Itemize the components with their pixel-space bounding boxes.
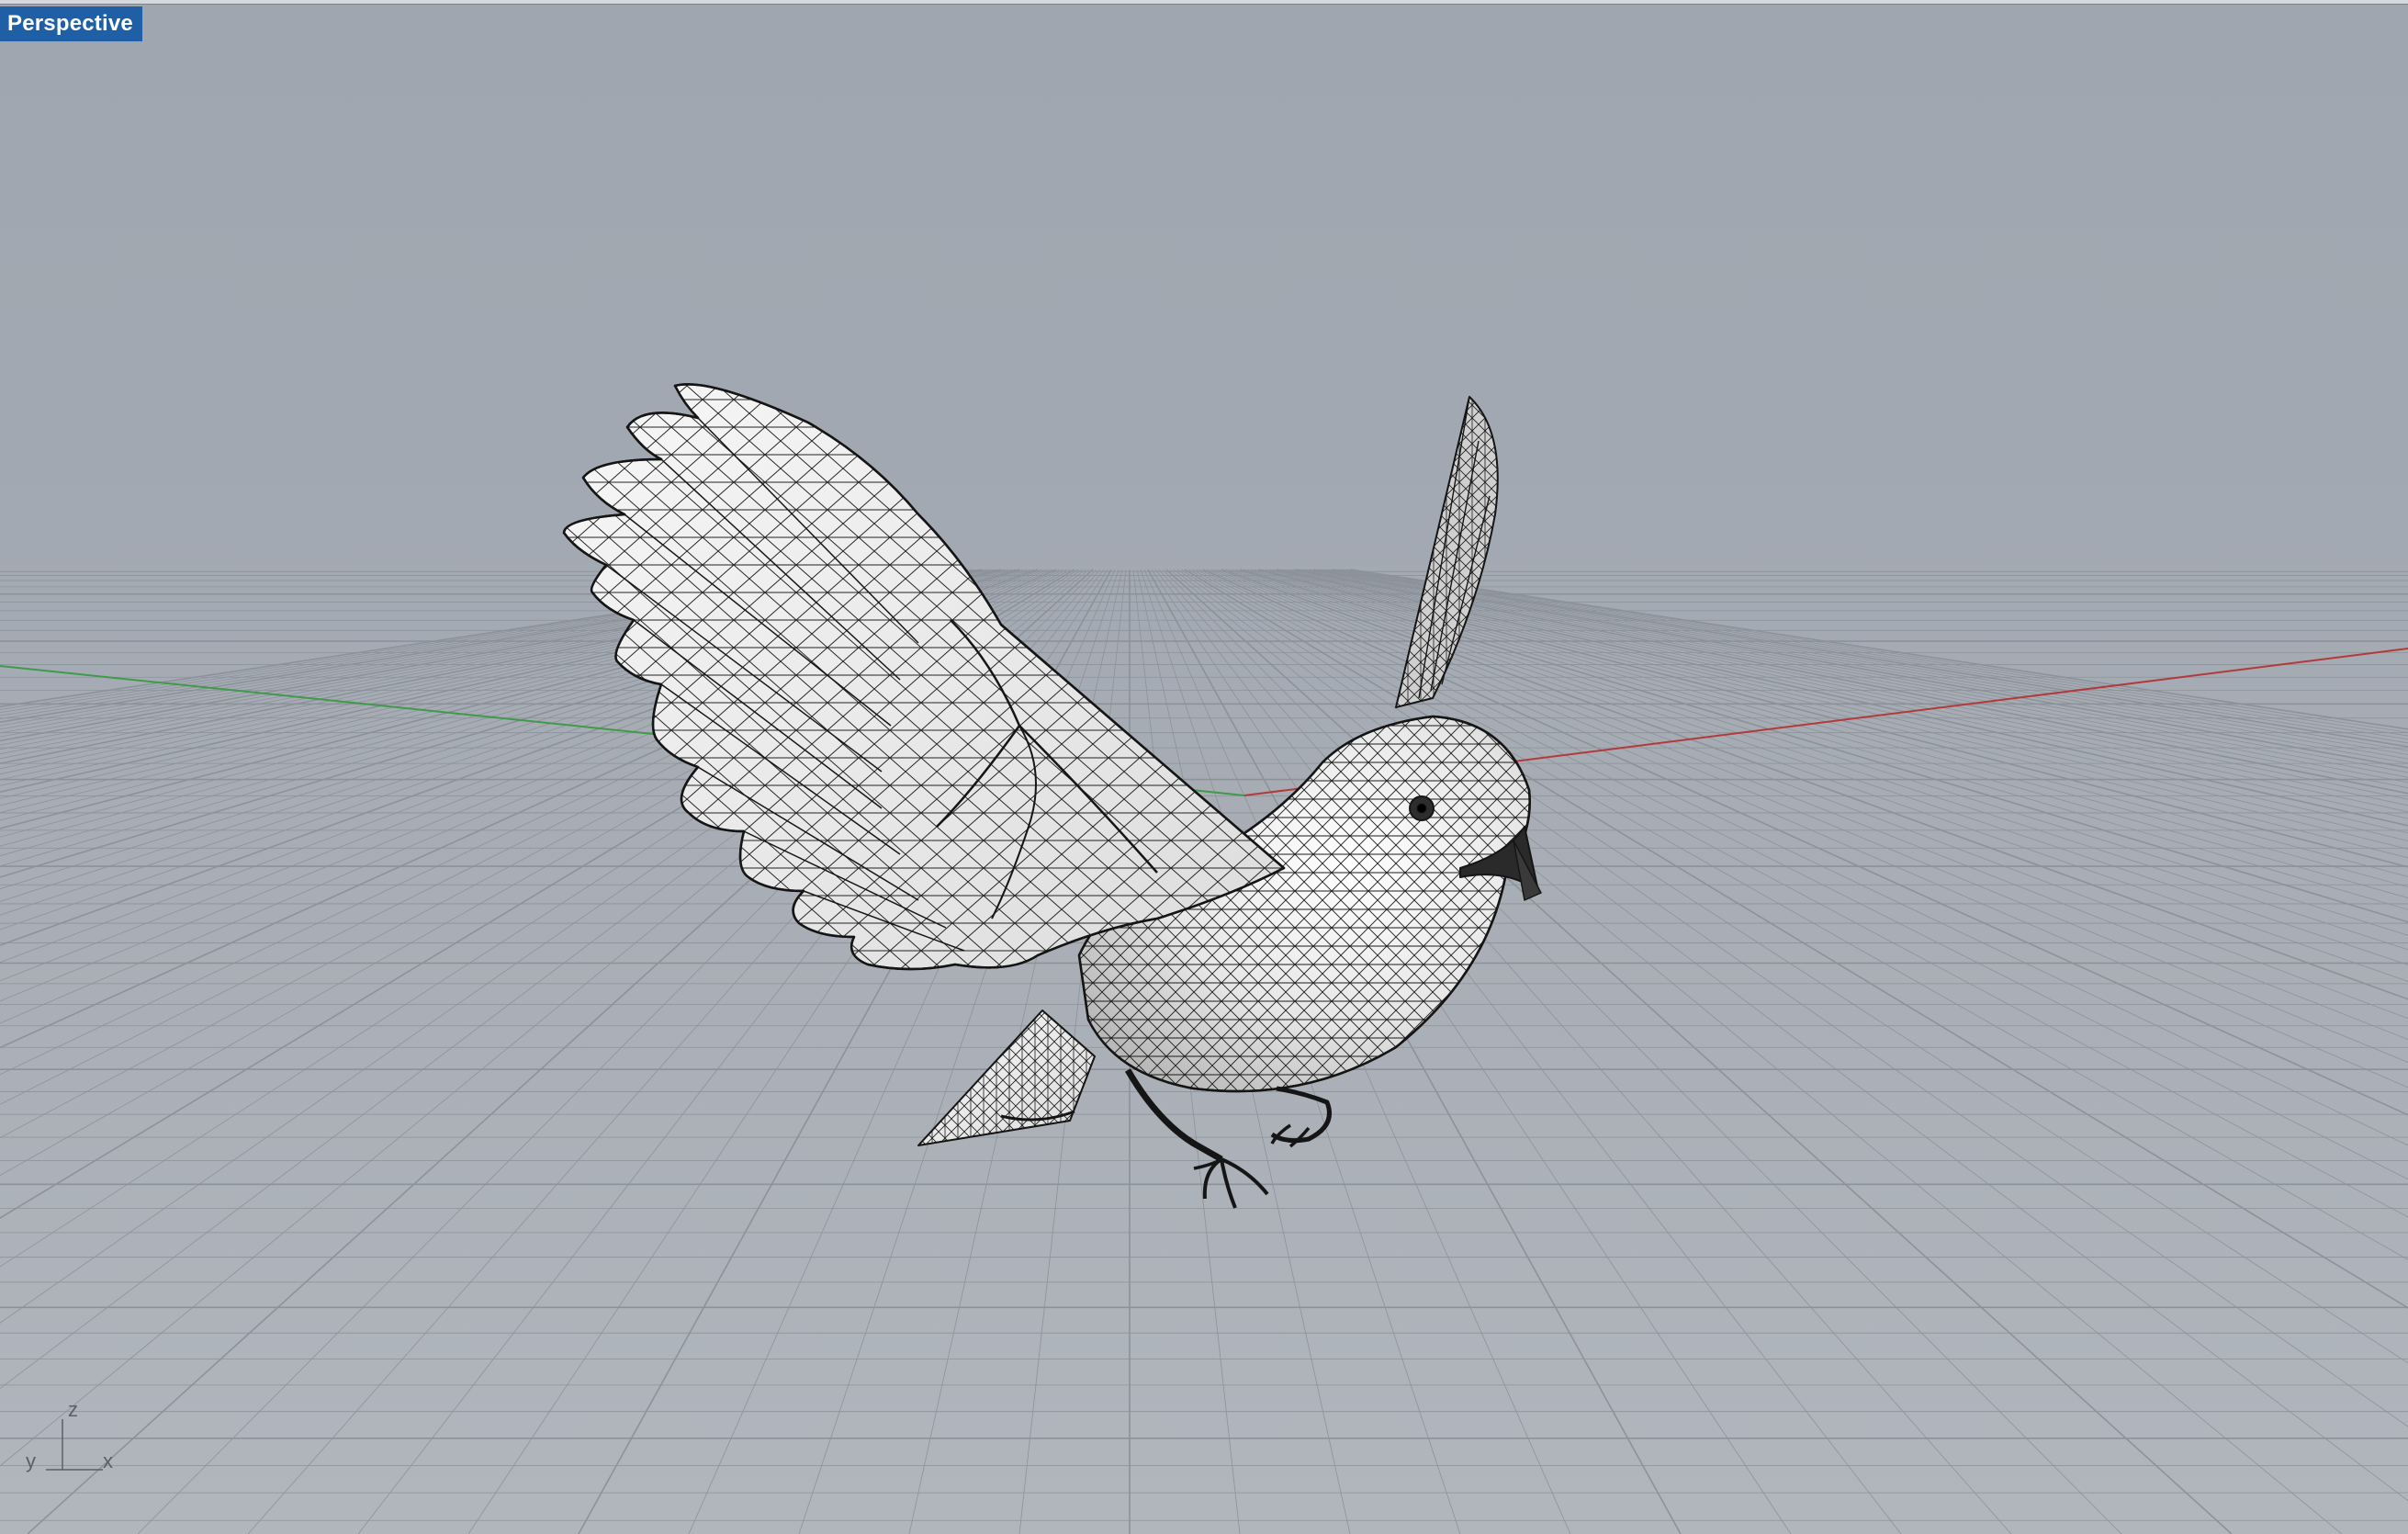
bird-far-wing[interactable]: [1395, 396, 1499, 708]
viewport-scene[interactable]: z y x: [0, 0, 2408, 1534]
bird-wireframe-model[interactable]: [562, 383, 1542, 1209]
viewport-title-tab[interactable]: Perspective: [0, 6, 142, 41]
axis-widget-x-label: x: [103, 1449, 113, 1472]
axis-widget-z-label: z: [68, 1398, 78, 1421]
perspective-viewport[interactable]: z y x Perspective: [0, 0, 2408, 1534]
axis-widget: [46, 1419, 103, 1471]
axis-widget-y-label: y: [26, 1449, 36, 1472]
bird-tail[interactable]: [917, 1010, 1096, 1146]
